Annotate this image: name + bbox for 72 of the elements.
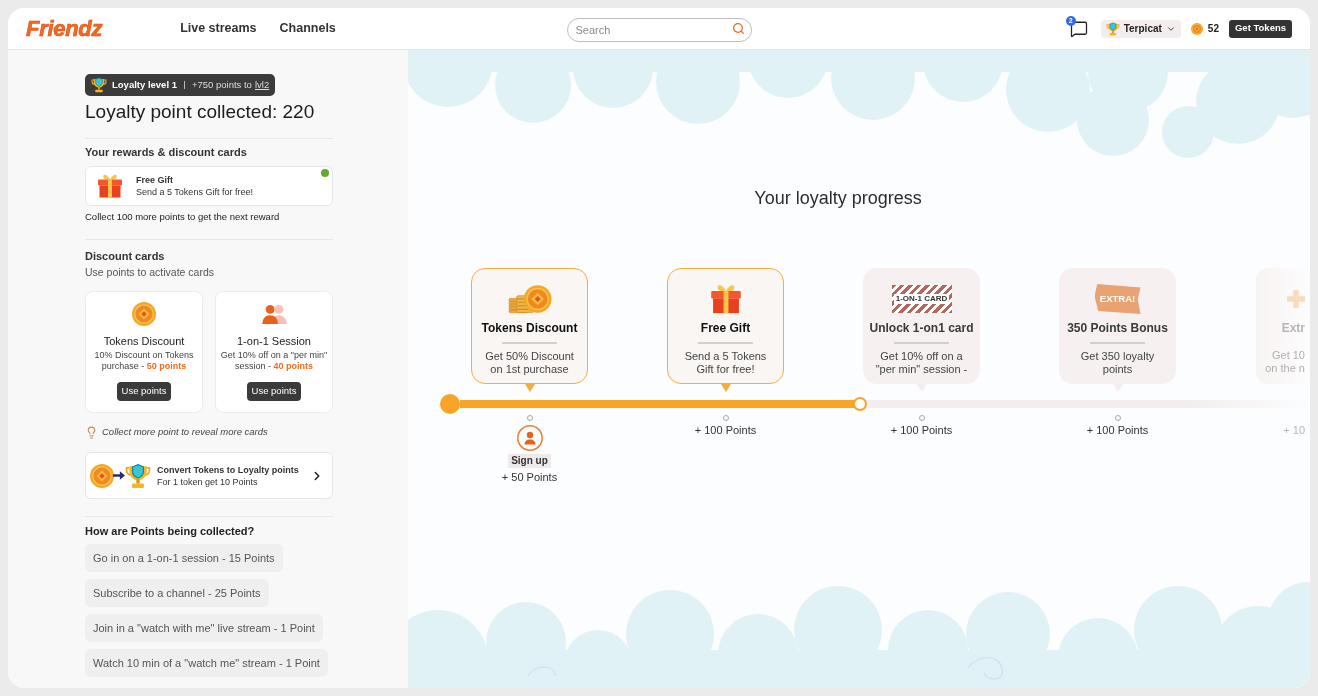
points-label: + 100 Points	[694, 423, 757, 437]
search-icon[interactable]	[731, 22, 745, 35]
user-menu-button[interactable]: Terpicat	[1100, 19, 1181, 38]
milestone-description: Get 350 loyalty points	[1079, 349, 1156, 376]
coin-icon	[132, 302, 156, 326]
token-coin-icon	[1190, 22, 1203, 35]
points-collected: Loyalty point collected: 220	[85, 100, 316, 124]
points-label: + 100 Points	[1086, 423, 1149, 437]
milestone-title: Unlock 1-on1 card	[869, 320, 974, 336]
get-tokens-button[interactable]: Get Tokens	[1228, 19, 1292, 38]
arrow-icon	[113, 471, 125, 480]
marker-icon	[722, 415, 729, 421]
convert-title: Convert Tokens to Loyalty points	[157, 463, 299, 476]
trophy-icon	[125, 462, 151, 489]
milestone-description: Send a 5 Tokens Gift for free!	[683, 349, 768, 376]
discount-description: 10% Discount on Tokens purchase - 50 points	[93, 350, 195, 372]
discount-title: Tokens Discount	[103, 334, 185, 348]
section-subheading: Use points to activate cards	[85, 265, 215, 280]
card-graphic-label: 1-ON-1 CARD	[893, 294, 950, 304]
milestone-description: Get 10% off on a "per min" session -	[874, 349, 969, 376]
convert-subtitle: For 1 token get 10 Points	[157, 475, 259, 488]
reward-title: Free Gift	[136, 174, 174, 186]
more-cards-hint: Collect more point to reveal more cards	[102, 424, 268, 439]
progress-knob-icon	[852, 397, 867, 411]
points-to-next-level: +750 points to	[191, 77, 252, 92]
lightbulb-icon	[85, 425, 98, 439]
nav-link[interactable]: Channels	[279, 19, 336, 38]
token-balance: 52	[1207, 22, 1219, 36]
discount-description: Get 10% off on a "per min" session - 40 points	[220, 350, 328, 372]
search-field[interactable]: Search	[566, 17, 752, 42]
points-rule-tag: Go in on a 1-on-1 session - 15 Points	[85, 544, 283, 572]
section-heading: How are Points being collected?	[85, 524, 256, 539]
milestone-description: Get 10 on the n	[1265, 349, 1305, 375]
milestone-title: Tokens Discount	[481, 320, 578, 336]
gift-icon	[709, 283, 742, 315]
points-rule-tag: Watch 10 min of a "watch me" stream - 1 Point	[85, 649, 328, 677]
coin-stack-icon	[507, 284, 552, 314]
points-label: + 100 Points	[890, 423, 953, 437]
use-points-button[interactable]: Use points	[116, 382, 172, 401]
marker-icon	[526, 415, 533, 421]
signup-label: Sign up	[508, 454, 551, 468]
section-heading: Your rewards & discount cards	[85, 145, 248, 160]
points-label: + 50 Points	[501, 470, 558, 484]
marker-icon	[918, 415, 925, 421]
section-heading: Discount cards	[85, 249, 166, 264]
points-rule-tag: Join in a "watch with me" live stream - 1 Point	[85, 614, 323, 642]
use-points-button[interactable]: Use points	[246, 382, 302, 401]
nav-link[interactable]: Live streams	[180, 19, 257, 38]
reward-card[interactable]: Free Gift Send a 5 Tokens Gift for free!	[85, 166, 333, 206]
convert-tokens-card[interactable]: Convert Tokens to Loyalty points For 1 token get 10 Points	[85, 452, 333, 499]
people-icon	[261, 304, 287, 324]
points-label: + 10	[1283, 423, 1305, 437]
plus-icon	[1287, 290, 1305, 308]
next-reward-note: Collect 100 more points to get the next reward	[85, 210, 281, 224]
gift-icon	[97, 173, 123, 199]
level-link[interactable]: lvl2	[254, 77, 270, 93]
milestone-title: 350 Points Bonus	[1067, 320, 1168, 336]
avatar-trophy-icon	[1105, 21, 1120, 36]
discount-title: 1-on-1 Session	[237, 334, 311, 348]
user-icon	[516, 425, 543, 451]
marker-icon	[1114, 415, 1121, 421]
reward-description: Send a 5 Tokens Gift for free!	[136, 186, 253, 198]
loyalty-level: Loyalty level 1	[112, 77, 177, 92]
milestone-title: Free Gift	[700, 320, 751, 336]
chat-icon	[1069, 19, 1088, 38]
coin-icon	[90, 463, 114, 488]
extra-tag: EXTRA!	[1094, 284, 1141, 314]
progress-title: Your loyalty progress	[753, 187, 923, 210]
milestone-title: Extr	[1281, 320, 1305, 336]
milestone-description: Get 50% Discount on 1st purchase	[484, 349, 575, 376]
trophy-icon	[91, 77, 107, 93]
points-rule-tag: Subscribe to a channel - 25 Points	[85, 579, 269, 607]
